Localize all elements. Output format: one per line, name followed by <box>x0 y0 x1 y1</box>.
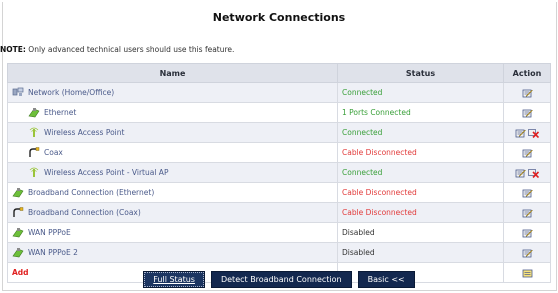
table-row: WAN PPPoE 2 Disabled <box>7 242 551 263</box>
edit-icon[interactable] <box>515 168 526 178</box>
action-cell <box>503 102 551 123</box>
connection-status: Connected <box>337 122 504 143</box>
connection-link[interactable]: WAN PPPoE <box>28 228 71 237</box>
detect-broadband-button[interactable]: Detect Broadband Connection <box>210 271 352 288</box>
table-row: Ethernet 1 Ports Connected <box>7 102 551 123</box>
header-status: Status <box>337 63 504 83</box>
connection-link[interactable]: WAN PPPoE 2 <box>28 248 78 257</box>
edit-icon[interactable] <box>522 88 533 98</box>
button-bar: Full Status Detect Broadband Connection … <box>0 271 558 288</box>
connection-link[interactable]: Coax <box>44 148 63 157</box>
connection-name-cell: WAN PPPoE <box>7 222 338 243</box>
edit-icon[interactable] <box>515 128 526 138</box>
connection-name-cell: Ethernet <box>7 102 338 123</box>
action-cell <box>503 142 551 163</box>
ethernet-icon <box>12 247 24 258</box>
connection-name-cell: Wireless Access Point <box>7 122 338 143</box>
table-row: WAN PPPoE Disabled <box>7 222 551 243</box>
connection-link[interactable]: Ethernet <box>44 108 76 117</box>
action-cell <box>503 82 551 103</box>
connection-status: Disabled <box>337 242 504 263</box>
wireless-icon <box>28 127 40 138</box>
edit-icon[interactable] <box>522 248 533 258</box>
connection-link[interactable]: Wireless Access Point - Virtual AP <box>44 168 168 177</box>
connection-status: Cable Disconnected <box>337 202 504 223</box>
action-cell <box>503 122 551 143</box>
connection-name-cell: Wireless Access Point - Virtual AP <box>7 162 338 183</box>
action-cell <box>503 242 551 263</box>
connection-name-cell: Broadband Connection (Ethernet) <box>7 182 338 203</box>
page-title: Network Connections <box>212 11 346 24</box>
action-cell <box>503 222 551 243</box>
connections-table: Name Status Action Network (Home/Office)… <box>7 63 551 283</box>
basic-button[interactable]: Basic << <box>357 271 415 288</box>
edit-icon[interactable] <box>522 188 533 198</box>
connection-status: Cable Disconnected <box>337 182 504 203</box>
network-icon <box>12 87 24 98</box>
connection-link[interactable]: Network (Home/Office) <box>28 88 114 97</box>
connection-status: Disabled <box>337 222 504 243</box>
note-prefix: NOTE: <box>0 45 26 54</box>
note-body: Only advanced technical users should use… <box>25 45 235 54</box>
connection-link[interactable]: Wireless Access Point <box>44 128 124 137</box>
connection-name-cell: Network (Home/Office) <box>7 82 338 103</box>
table-row: Wireless Access Point - Virtual AP Conne… <box>7 162 551 183</box>
table-row: Coax Cable Disconnected <box>7 142 551 163</box>
coax-icon <box>12 207 24 218</box>
header-action: Action <box>503 63 551 83</box>
edit-icon[interactable] <box>522 208 533 218</box>
connection-link[interactable]: Broadband Connection (Coax) <box>28 208 141 217</box>
ethernet-icon <box>12 187 24 198</box>
full-status-button[interactable]: Full Status <box>143 271 205 288</box>
table-header-row: Name Status Action <box>7 63 551 83</box>
ethernet-icon <box>12 227 24 238</box>
ethernet-icon <box>28 107 40 118</box>
table-row: Wireless Access Point Connected <box>7 122 551 143</box>
connection-name-cell: Coax <box>7 142 338 163</box>
action-cell <box>503 162 551 183</box>
header-name: Name <box>7 63 338 83</box>
connection-status: 1 Ports Connected <box>337 102 504 123</box>
coax-icon <box>28 147 40 158</box>
connection-status: Connected <box>337 82 504 103</box>
edit-icon[interactable] <box>522 228 533 238</box>
connection-status: Connected <box>337 162 504 183</box>
connection-link[interactable]: Broadband Connection (Ethernet) <box>28 188 154 197</box>
action-cell <box>503 182 551 203</box>
delete-icon[interactable] <box>528 168 540 178</box>
wireless-icon <box>28 167 40 178</box>
table-row: Broadband Connection (Coax) Cable Discon… <box>7 202 551 223</box>
action-cell <box>503 202 551 223</box>
connection-name-cell: Broadband Connection (Coax) <box>7 202 338 223</box>
connection-name-cell: WAN PPPoE 2 <box>7 242 338 263</box>
connection-status: Cable Disconnected <box>337 142 504 163</box>
table-row: Broadband Connection (Ethernet) Cable Di… <box>7 182 551 203</box>
delete-icon[interactable] <box>528 128 540 138</box>
table-row: Network (Home/Office) Connected <box>7 82 551 103</box>
note-text: NOTE: Only advanced technical users shou… <box>0 45 234 54</box>
edit-icon[interactable] <box>522 108 533 118</box>
edit-icon[interactable] <box>522 148 533 158</box>
